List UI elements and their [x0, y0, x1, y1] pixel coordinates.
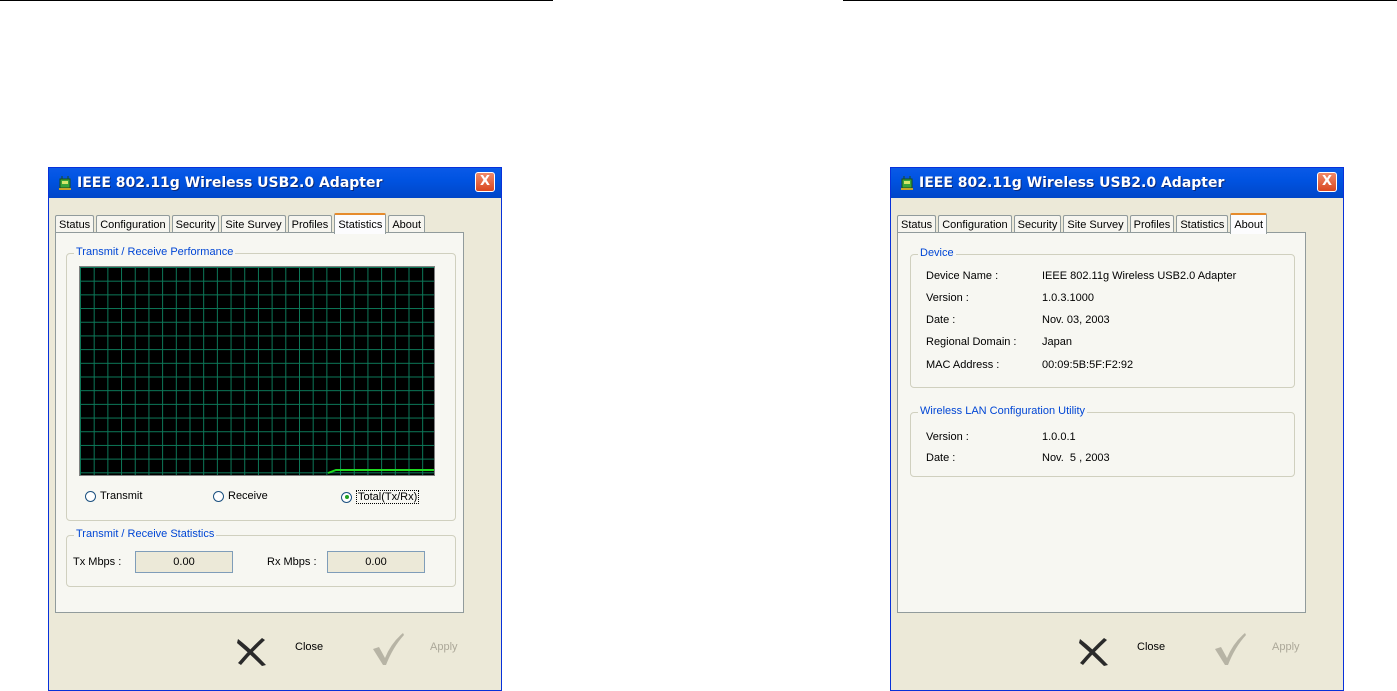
radio-total-indicator[interactable]: [341, 491, 352, 503]
radio-receive-label: Receive: [228, 490, 268, 502]
radio-transmit[interactable]: Transmit: [85, 490, 142, 502]
window-close-button[interactable]: X: [1317, 172, 1337, 192]
tab-security[interactable]: Security: [1013, 215, 1062, 233]
tx-mbps-field: 0.00: [135, 551, 233, 573]
tab-about[interactable]: About: [1230, 213, 1268, 234]
tx-mbps-label: Tx Mbps :: [73, 556, 122, 568]
window-title: IEEE 802.11g Wireless USB2.0 Adapter: [77, 175, 383, 191]
mac-address-label: MAC Address :: [926, 359, 1000, 371]
window-close-button[interactable]: X: [475, 172, 495, 192]
tab-about[interactable]: About: [388, 215, 426, 233]
tab-status[interactable]: Status: [897, 215, 937, 233]
graph-plot: [327, 469, 434, 474]
window-title: IEEE 802.11g Wireless USB2.0 Adapter: [919, 175, 1225, 191]
device-group-label: Device: [918, 247, 956, 259]
total-traffic-line: [327, 469, 434, 474]
device-group: Device Device Name : IEEE 802.11g Wirele…: [910, 247, 1295, 388]
performance-group: Transmit / Receive Performance Transmit …: [66, 246, 456, 521]
apply-action-label: Apply: [430, 641, 458, 653]
about-panel: Device Device Name : IEEE 802.11g Wirele…: [897, 232, 1306, 613]
tab-statistics[interactable]: Statistics: [334, 213, 387, 234]
x-cross-icon[interactable]: [1077, 637, 1111, 667]
utility-group-label: Wireless LAN Configuration Utility: [918, 405, 1088, 417]
tab-security[interactable]: Security: [171, 215, 220, 233]
device-version-label: Version :: [926, 292, 969, 304]
device-name-label: Device Name :: [926, 270, 999, 282]
close-action-label[interactable]: Close: [1137, 641, 1165, 653]
apply-action-label: Apply: [1272, 641, 1300, 653]
performance-group-label: Transmit / Receive Performance: [74, 246, 236, 258]
tab-profiles[interactable]: Profiles: [287, 215, 333, 233]
checkmark-icon: [1215, 633, 1246, 665]
radio-transmit-label: Transmit: [100, 490, 143, 502]
title-bar[interactable]: IEEE 802.11g Wireless USB2.0 Adapter X: [49, 168, 501, 198]
checkmark-icon: [373, 633, 404, 665]
mac-address-value: 00:09:5B:5F:F2:92: [1042, 359, 1134, 371]
top-rule-left: [0, 0, 553, 1]
utility-group: Wireless LAN Configuration Utility Versi…: [910, 405, 1295, 477]
device-date-value: Nov. 03, 2003: [1042, 314, 1110, 326]
tab-site-survey[interactable]: Site Survey: [1063, 215, 1128, 233]
rx-mbps-field: 0.00: [327, 551, 425, 573]
x-cross-icon[interactable]: [235, 637, 269, 667]
regional-domain-label: Regional Domain :: [926, 336, 1017, 348]
tab-status[interactable]: Status: [55, 215, 95, 233]
tab-configuration[interactable]: Configuration: [96, 215, 170, 233]
utility-version-label: Version :: [926, 431, 969, 443]
tab-statistics[interactable]: Statistics: [1176, 215, 1229, 233]
utility-version-value: 1.0.0.1: [1042, 431, 1076, 443]
radio-total-label: Total(Tx/Rx): [356, 490, 420, 504]
radio-transmit-indicator[interactable]: [85, 490, 96, 502]
statistics-panel: Transmit / Receive Performance Transmit …: [55, 232, 464, 613]
tab-strip: Status Configuration Security Site Survey Pr…: [897, 212, 1269, 234]
close-action-label[interactable]: Close: [295, 641, 323, 653]
utility-date-label: Date :: [926, 452, 956, 464]
performance-graph: [79, 266, 435, 476]
radio-receive-indicator[interactable]: [213, 490, 224, 502]
statistics-group: Transmit / Receive Statistics Tx Mbps : …: [66, 528, 456, 587]
device-date-label: Date :: [926, 314, 956, 326]
device-version-value: 1.0.3.1000: [1042, 292, 1094, 304]
tab-site-survey[interactable]: Site Survey: [221, 215, 286, 233]
radio-total[interactable]: Total(Tx/Rx): [341, 490, 420, 504]
wireless-adapter-icon: [59, 176, 71, 190]
title-bar[interactable]: IEEE 802.11g Wireless USB2.0 Adapter X: [891, 168, 1343, 198]
tab-profiles[interactable]: Profiles: [1129, 215, 1175, 233]
top-rule-right: [843, 0, 1397, 1]
about-window: IEEE 802.11g Wireless USB2.0 Adapter X S…: [890, 167, 1344, 691]
device-name-value: IEEE 802.11g Wireless USB2.0 Adapter: [1042, 270, 1237, 282]
wireless-adapter-icon: [901, 176, 913, 190]
regional-domain-value: Japan: [1042, 336, 1072, 348]
tab-strip: Status Configuration Security Site Survey Pr…: [55, 212, 427, 234]
radio-receive[interactable]: Receive: [213, 490, 268, 502]
statistics-window: IEEE 802.11g Wireless USB2.0 Adapter X S…: [48, 167, 502, 691]
utility-date-value: Nov. 5 , 2003: [1042, 452, 1110, 464]
tab-configuration[interactable]: Configuration: [938, 215, 1012, 233]
rx-mbps-label: Rx Mbps :: [267, 556, 317, 568]
statistics-group-label: Transmit / Receive Statistics: [74, 528, 217, 540]
